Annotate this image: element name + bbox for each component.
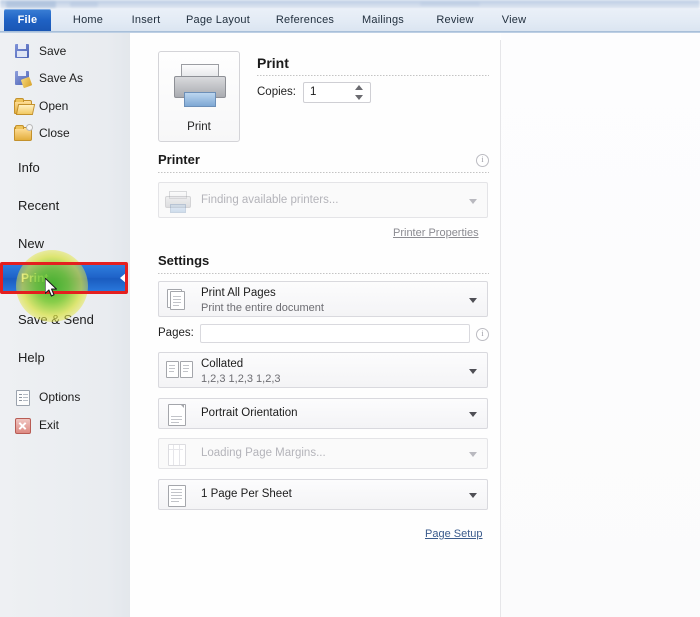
chevron-down-icon xyxy=(469,369,477,374)
pages-label: Pages: xyxy=(158,327,194,339)
copies-stepper[interactable]: 1 xyxy=(303,82,371,103)
tab-references[interactable]: References xyxy=(270,9,340,31)
options-icon xyxy=(14,389,32,406)
sidebar-item-save[interactable]: Save xyxy=(0,38,130,64)
tab-home[interactable]: Home xyxy=(65,9,111,31)
print-range-title: Print All Pages xyxy=(201,287,276,299)
margins-select[interactable]: Loading Page Margins... xyxy=(158,438,488,469)
margins-title: Loading Page Margins... xyxy=(201,447,326,459)
save-as-icon xyxy=(14,70,32,86)
sidebar-item-label: New xyxy=(18,235,45,251)
chevron-down-icon xyxy=(469,452,477,457)
sidebar-item-exit[interactable]: Exit xyxy=(0,412,130,438)
word-backstage-print-screen: File Home Insert Page Layout References … xyxy=(0,0,700,617)
printer-properties-link[interactable]: Printer Properties xyxy=(393,227,479,239)
printer-name: Finding available printers... xyxy=(201,194,339,206)
tab-review[interactable]: Review xyxy=(428,9,482,31)
pane-divider xyxy=(500,40,501,617)
pages-per-sheet-select[interactable]: 1 Page Per Sheet xyxy=(158,479,488,510)
tab-view[interactable]: View xyxy=(492,9,536,31)
print-heading-rule xyxy=(257,75,489,76)
printer-info-icon[interactable]: i xyxy=(476,154,489,167)
sidebar-item-close[interactable]: Close xyxy=(0,120,130,146)
print-range-select[interactable]: Print All Pages Print the entire documen… xyxy=(158,281,488,317)
stepper-down-icon xyxy=(355,95,363,100)
sidebar-item-label: Help xyxy=(18,349,45,365)
printer-section-title: Printer xyxy=(158,152,200,167)
close-folder-icon xyxy=(14,124,33,141)
settings-section-rule xyxy=(158,273,489,274)
print-button-label: Print xyxy=(187,121,211,133)
tab-insert[interactable]: Insert xyxy=(124,9,168,31)
sidebar-item-open[interactable]: Open xyxy=(0,93,130,119)
orientation-title: Portrait Orientation xyxy=(201,407,298,419)
sidebar-item-label: Info xyxy=(18,159,40,175)
sidebar-item-label: Recent xyxy=(18,197,60,213)
sidebar-item-new[interactable]: New xyxy=(0,230,130,256)
pages-input[interactable] xyxy=(200,324,470,343)
exit-icon xyxy=(14,417,32,434)
sidebar-item-label: Close xyxy=(39,126,70,140)
print-range-subtitle: Print the entire document xyxy=(201,302,324,314)
settings-section-title: Settings xyxy=(158,253,210,268)
collation-select[interactable]: Collated 1,2,3 1,2,3 1,2,3 xyxy=(158,352,488,388)
print-heading: Print xyxy=(257,55,289,71)
sidebar-item-label: Print xyxy=(21,271,49,285)
stepper-arrows[interactable] xyxy=(355,85,364,100)
page-setup-link[interactable]: Page Setup xyxy=(425,528,483,540)
open-folder-icon xyxy=(14,98,32,114)
sidebar-item-save-and-send[interactable]: Save & Send xyxy=(0,306,130,332)
tab-page-layout[interactable]: Page Layout xyxy=(180,9,256,31)
tab-mailings[interactable]: Mailings xyxy=(352,9,414,31)
sidebar-item-label: Save & Send xyxy=(18,311,94,327)
printer-select[interactable]: Finding available printers... xyxy=(158,182,488,218)
orientation-select[interactable]: Portrait Orientation xyxy=(158,398,488,429)
sidebar-item-help[interactable]: Help xyxy=(0,344,130,370)
printer-section-rule xyxy=(158,172,489,173)
copies-label: Copies: xyxy=(257,86,296,98)
selection-arrow-icon xyxy=(120,272,127,284)
title-bar xyxy=(0,0,700,9)
sidebar-item-label: Exit xyxy=(39,418,60,432)
sidebar-item-label: Open xyxy=(39,99,69,113)
sidebar-item-label: Options xyxy=(39,390,81,404)
pages-per-sheet-title: 1 Page Per Sheet xyxy=(201,488,292,500)
print-button[interactable]: Print xyxy=(158,51,240,142)
print-preview-pane xyxy=(501,33,700,617)
stepper-up-icon xyxy=(355,85,363,90)
sidebar-item-label: Save xyxy=(39,44,67,58)
pages-info-icon[interactable]: i xyxy=(476,328,489,341)
chevron-down-icon xyxy=(469,493,477,498)
sidebar-item-label: Save As xyxy=(39,71,84,85)
chevron-down-icon xyxy=(469,298,477,303)
sidebar-item-options[interactable]: Options xyxy=(0,384,130,410)
sidebar-item-print[interactable]: Print xyxy=(3,264,127,292)
save-icon xyxy=(14,43,32,59)
chevron-down-icon xyxy=(469,199,477,204)
copies-value: 1 xyxy=(310,86,317,98)
tab-file[interactable]: File xyxy=(4,9,51,31)
sidebar-item-recent[interactable]: Recent xyxy=(0,192,130,218)
sidebar-item-save-as[interactable]: Save As xyxy=(0,65,130,91)
chevron-down-icon xyxy=(469,412,477,417)
sidebar-item-info[interactable]: Info xyxy=(0,154,130,180)
collation-subtitle: 1,2,3 1,2,3 1,2,3 xyxy=(201,373,281,385)
collation-title: Collated xyxy=(201,358,244,370)
backstage-sidebar: Save Save As Open Close Info Recent New … xyxy=(0,33,131,617)
